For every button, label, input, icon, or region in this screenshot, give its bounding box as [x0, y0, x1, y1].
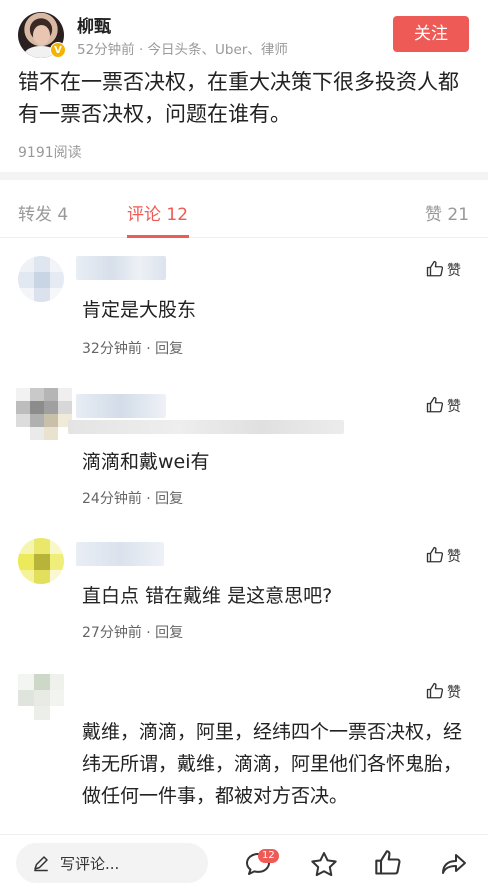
comment-item: 直白点 错在戴维 是这意思吧? 27分钟前 · 回复 赞 [0, 536, 488, 646]
like-button[interactable]: 赞 [426, 260, 461, 280]
follow-button[interactable]: 关注 [393, 16, 469, 52]
comment-text: 肯定是大股东 [82, 299, 197, 321]
comment-count-badge: 12 [258, 849, 279, 863]
post-header: V 柳甄 52分钟前 · 今日头条、Uber、律师 关注 错不在一票否决权，在重… [0, 0, 488, 178]
post-text: 错不在一票否决权，在重大决策下很多投资人都有一票否决权，问题在谁有。 [18, 70, 459, 126]
thumbs-up-icon [426, 546, 444, 563]
commenter-avatar[interactable] [18, 674, 64, 720]
comment-text: 戴维，滴滴，阿里，经纬四个一票否决权，经纬无所谓，戴维，滴滴，阿里他们各怀鬼胎，… [82, 721, 463, 807]
like-label: 赞 [447, 685, 461, 701]
comment-input[interactable]: 写评论... [16, 843, 208, 883]
bottom-action-bar: 写评论... 12 [0, 834, 488, 885]
tab-reposts[interactable]: 转发 4 [18, 200, 68, 225]
like-button[interactable]: 赞 [426, 682, 461, 702]
avatar-face [33, 25, 50, 45]
thumbs-up-icon [426, 260, 444, 277]
read-count: 9191阅读 [18, 145, 82, 161]
commenter-avatar[interactable] [18, 256, 64, 302]
comment-item: 肯定是大股东 32分钟前 · 回复 赞 [0, 248, 488, 358]
commenter-subtitle [68, 420, 344, 434]
comment-meta[interactable]: 27分钟前 · 回复 [82, 622, 183, 642]
share-arrow-icon[interactable] [440, 851, 468, 877]
like-button[interactable]: 赞 [426, 396, 461, 416]
comment-meta[interactable]: 24分钟前 · 回复 [82, 488, 183, 508]
thumbs-up-icon [426, 396, 444, 413]
section-divider [0, 172, 488, 180]
thumbs-up-icon [426, 682, 444, 699]
like-label: 赞 [447, 399, 461, 415]
verified-badge-icon: V [50, 42, 66, 58]
commenter-avatar[interactable] [18, 538, 64, 584]
comment-item: 滴滴和戴wei有 24分钟前 · 回复 赞 [0, 388, 488, 508]
star-icon[interactable] [310, 851, 338, 877]
author-name[interactable]: 柳甄 [77, 12, 111, 37]
active-tab-indicator [127, 235, 189, 238]
tab-bar: 转发 4 评论 12 赞 21 [0, 180, 488, 238]
comment-text: 直白点 错在戴维 是这意思吧? [82, 585, 333, 607]
pencil-icon [34, 856, 48, 872]
like-button[interactable]: 赞 [426, 546, 461, 566]
commenter-name[interactable] [76, 394, 166, 418]
like-label: 赞 [447, 263, 461, 279]
comment-item: 戴维，滴滴，阿里，经纬四个一票否决权，经纬无所谓，戴维，滴滴，阿里他们各怀鬼胎，… [0, 672, 488, 834]
comment-text: 滴滴和戴wei有 [82, 451, 210, 473]
like-label: 赞 [447, 549, 461, 565]
commenter-name[interactable] [76, 542, 164, 566]
commenter-avatar[interactable] [16, 388, 74, 440]
tab-likes[interactable]: 赞 21 [425, 200, 469, 225]
commenter-name[interactable] [76, 256, 166, 280]
post-meta: 52分钟前 · 今日头条、Uber、律师 [77, 42, 288, 58]
comment-meta[interactable]: 32分钟前 · 回复 [82, 338, 183, 358]
tab-comments[interactable]: 评论 12 [127, 200, 188, 225]
comment-input-placeholder: 写评论... [60, 855, 120, 873]
thumbs-up-icon[interactable] [374, 849, 402, 877]
